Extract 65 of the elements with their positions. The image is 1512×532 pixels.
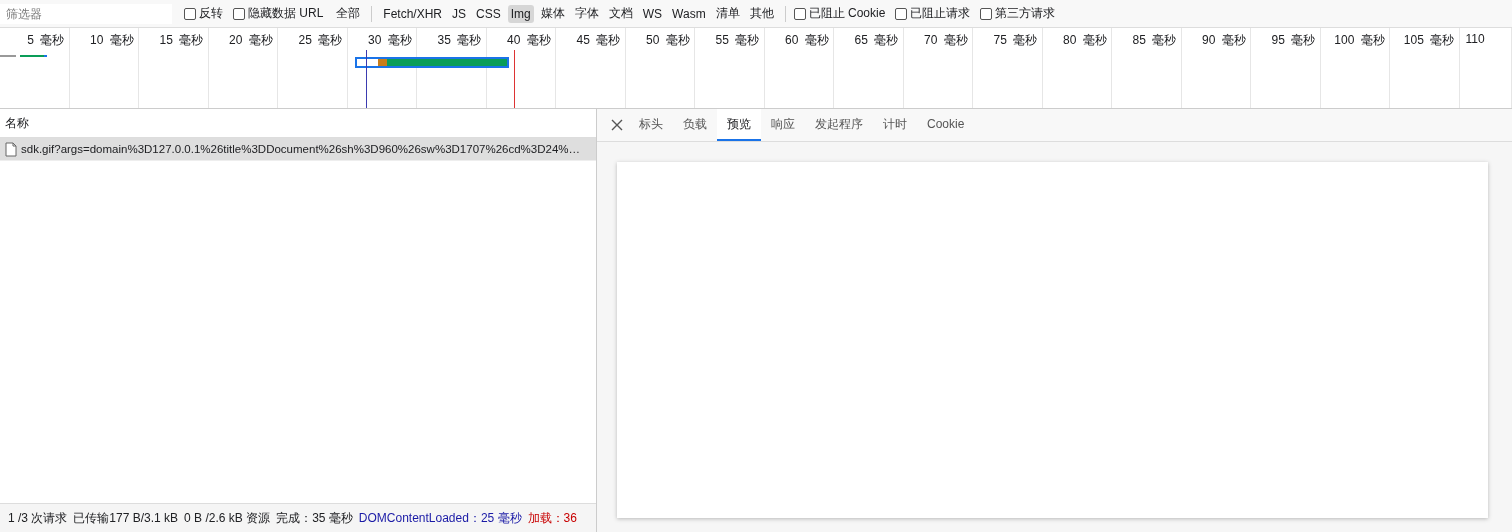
filter-checkbox[interactable]: 已阻止请求 (895, 5, 971, 22)
checkbox[interactable] (895, 7, 908, 20)
time-tick: 90 毫秒 (1201, 32, 1246, 49)
detail-tab[interactable]: 标头 (629, 109, 673, 141)
status-text: 已传输177 B/3.1 kB (73, 509, 179, 527)
time-tick: 85 毫秒 (1132, 32, 1177, 49)
mini-bars-drawing (0, 53, 48, 59)
type-filter-button[interactable]: WS (639, 4, 666, 23)
time-tick: 95 毫秒 (1271, 32, 1316, 49)
file-icon (5, 141, 17, 157)
time-tick: 5 毫秒 (27, 32, 65, 49)
time-tick: 25 毫秒 (298, 32, 343, 49)
type-filter-button[interactable]: 文档 (605, 3, 636, 24)
status-text: 完成：35 毫秒 (276, 509, 353, 527)
time-tick: 35 毫秒 (437, 32, 482, 49)
request-name: sdk.gif?args=domain%3D127.0.0.1%26title%3DDocument%26sh%3D960%26sw%3D1707%26cd%3D24%… (21, 143, 581, 155)
status-text: 1 /3 次请求 (8, 509, 68, 527)
checkbox[interactable] (233, 7, 245, 20)
status-text: 加载：36 (527, 509, 577, 527)
time-tick: 40 毫秒 (506, 32, 551, 49)
detail-tab[interactable]: 发起程序 (805, 109, 873, 141)
time-tick: 30 毫秒 (367, 32, 412, 49)
time-tick: 65 毫秒 (854, 32, 899, 49)
detail-tab[interactable]: 负载 (673, 109, 717, 141)
time-tick: 10 毫秒 (89, 32, 134, 49)
time-tick: 75 毫秒 (993, 32, 1038, 49)
time-tick: 105 毫秒 (1403, 32, 1455, 49)
time-tick: 55 毫秒 (715, 32, 760, 49)
checkbox[interactable] (793, 7, 806, 20)
time-tick: 45 毫秒 (576, 32, 621, 49)
type-filter-button[interactable]: Fetch/XHR (380, 4, 446, 23)
time-tick: 70 毫秒 (923, 32, 968, 49)
filter-checkbox[interactable]: 隐藏数据 URL (233, 5, 324, 22)
time-tick: 80 毫秒 (1062, 32, 1107, 49)
dom-content-loaded-line (366, 50, 367, 108)
time-tick: 110 (1465, 32, 1485, 46)
status-text: 0 B /2.6 kB 资源 (184, 509, 271, 527)
type-filter-button[interactable]: 其他 (746, 3, 777, 24)
type-filter-button[interactable]: 媒体 (537, 3, 568, 24)
time-tick: 50 毫秒 (645, 32, 690, 49)
detail-tab[interactable]: 预览 (717, 109, 761, 141)
detail-tab[interactable]: 响应 (761, 109, 805, 141)
type-filter-button[interactable]: Wasm (669, 4, 709, 23)
time-tick: 60 毫秒 (784, 32, 829, 49)
filter-checkbox[interactable]: 第三方请求 (980, 5, 1056, 22)
status-text: DOMContentLoaded：25 毫秒 (358, 509, 522, 527)
checkbox[interactable] (184, 7, 196, 20)
filter-checkbox[interactable]: 已阻止 Cookie (793, 5, 886, 22)
load-line (514, 50, 515, 108)
close-icon (611, 119, 623, 131)
type-filter-button[interactable]: JS (449, 4, 470, 23)
type-filter-button[interactable]: 全部 (333, 3, 364, 24)
detail-tab[interactable]: 计时 (873, 109, 917, 141)
filter-input[interactable]: 筛选器 (0, 3, 172, 24)
checkbox[interactable] (980, 7, 993, 20)
type-filter-button[interactable]: 字体 (571, 3, 602, 24)
detail-tab[interactable]: Cookie (917, 109, 975, 141)
request-row[interactable]: sdk.gif?args=domain%3D127.0.0.1%26title%3DDocument%26sh%3D960%26sw%3D1707%26cd%3D24%… (0, 138, 596, 161)
type-filter-button[interactable]: 清单 (712, 3, 743, 24)
time-tick: 100 毫秒 (1334, 32, 1385, 49)
time-tick: 20 毫秒 (228, 32, 273, 49)
filter-checkbox[interactable]: 反转 (184, 5, 223, 22)
type-filter-button[interactable]: CSS (473, 4, 504, 23)
type-filter-button[interactable]: Img (507, 4, 534, 23)
time-tick: 15 毫秒 (159, 32, 204, 49)
